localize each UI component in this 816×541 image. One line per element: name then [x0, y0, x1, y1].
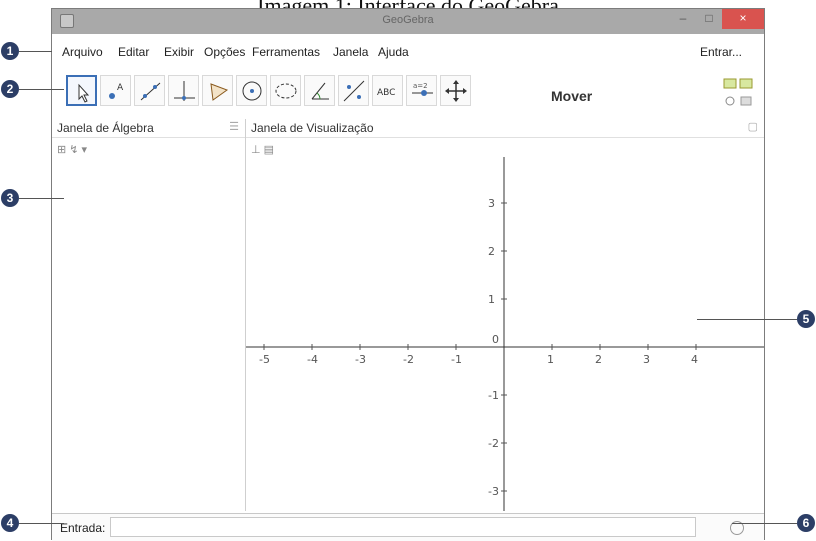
close-button[interactable]: × — [722, 9, 764, 29]
angle-tool-icon[interactable] — [304, 75, 335, 106]
maximize-button[interactable]: □ — [696, 9, 722, 29]
algebra-view-header: Janela de Álgebra ☰ — [52, 119, 245, 138]
x-tick-label: 3 — [643, 353, 650, 366]
x-tick-label: 2 — [595, 353, 602, 366]
callout-4-leader — [19, 523, 64, 524]
help-icon — [725, 96, 735, 106]
x-tick-label: 1 — [547, 353, 554, 366]
callout-3-leader — [19, 198, 64, 199]
window-title: GeoGebra — [382, 14, 434, 26]
callout-1-leader — [19, 51, 52, 52]
y-tick-label: -2 — [488, 437, 499, 450]
callout-3: 3 — [1, 189, 19, 207]
active-tool-name: Mover — [551, 88, 593, 104]
circle-tool-icon[interactable] — [236, 75, 267, 106]
panel-close-icon[interactable]: ▢ — [748, 120, 758, 133]
geogebra-window: GeoGebra – □ × Arquivo Editar Exibir Opç… — [51, 8, 765, 541]
perpendicular-tool-icon[interactable] — [168, 75, 199, 106]
menu-bar: Arquivo Editar Exibir Opções Ferramentas… — [52, 42, 764, 64]
callout-4: 4 — [1, 514, 19, 532]
callout-5-leader — [697, 319, 797, 320]
coordinate-plane[interactable]: -5 -4 -3 -2 -1 1 2 3 4 3 2 1 -1 -2 -3 0 — [246, 157, 764, 511]
callout-1: 1 — [1, 42, 19, 60]
callout-5: 5 — [797, 310, 815, 328]
x-tick-label: -4 — [307, 353, 318, 366]
menu-ferramentas[interactable]: Ferramentas — [252, 45, 320, 59]
reflect-tool-icon[interactable] — [338, 75, 369, 106]
redo-icon — [739, 78, 753, 89]
text-tool-icon[interactable]: ABC — [372, 75, 403, 106]
minimize-button[interactable]: – — [670, 9, 696, 29]
y-tick-label: 2 — [488, 245, 495, 258]
menu-exibir[interactable]: Exibir — [164, 45, 194, 59]
y-tick-label: 1 — [488, 293, 495, 306]
conic-tool-icon[interactable] — [270, 75, 301, 106]
callout-6-leader — [732, 523, 797, 524]
y-tick-label: 3 — [488, 197, 495, 210]
title-bar: GeoGebra – □ × — [52, 9, 764, 34]
polygon-tool-icon[interactable] — [202, 75, 233, 106]
svg-text:A: A — [117, 83, 124, 93]
x-tick-label: -2 — [403, 353, 414, 366]
y-tick-label: -1 — [488, 389, 499, 402]
callout-2: 2 — [1, 80, 19, 98]
algebra-view-title: Janela de Álgebra — [57, 121, 154, 135]
x-tick-label: -5 — [259, 353, 270, 366]
menu-arquivo[interactable]: Arquivo — [62, 45, 103, 59]
input-bar: Entrada: — [52, 513, 764, 541]
menu-opcoes[interactable]: Opções — [204, 45, 245, 59]
graphics-view-header: Janela de Visualização ▢ — [246, 119, 764, 138]
input-label: Entrada: — [60, 521, 106, 535]
x-tick-label: -1 — [451, 353, 462, 366]
graphics-view[interactable]: Janela de Visualização ▢ ⊥ ▤ -5 -4 -3 -2 -1 1… — [246, 119, 764, 511]
algebra-view[interactable]: Janela de Álgebra ☰ ⊞ ↯ ▾ — [52, 119, 246, 511]
panel-menu-icon[interactable]: ☰ — [229, 120, 239, 133]
y-tick-label: -3 — [488, 485, 499, 498]
callout-6: 6 — [797, 514, 815, 532]
origin-label: 0 — [492, 333, 499, 346]
graphics-style-icons[interactable]: ⊥ ▤ — [251, 143, 274, 156]
settings-icon — [740, 96, 752, 106]
undo-icon — [723, 78, 737, 89]
pan-tool-icon[interactable] — [440, 75, 471, 106]
menu-janela[interactable]: Janela — [333, 45, 368, 59]
slider-tool-icon[interactable]: a=2 — [406, 75, 437, 106]
x-tick-label: -3 — [355, 353, 366, 366]
move-tool-icon[interactable] — [66, 75, 97, 106]
graphics-view-title: Janela de Visualização — [251, 121, 374, 135]
toolbar-corner-controls — [722, 77, 756, 111]
login-link[interactable]: Entrar... — [700, 45, 742, 59]
input-field[interactable] — [110, 517, 696, 537]
point-tool-icon[interactable]: A — [100, 75, 131, 106]
callout-2-leader — [19, 89, 64, 90]
x-tick-label: 4 — [691, 353, 698, 366]
menu-editar[interactable]: Editar — [118, 45, 149, 59]
algebra-style-icons[interactable]: ⊞ ↯ ▾ — [57, 143, 87, 156]
svg-text:a=2: a=2 — [413, 82, 428, 90]
svg-text:ABC: ABC — [377, 88, 395, 98]
menu-ajuda[interactable]: Ajuda — [378, 45, 409, 59]
line-tool-icon[interactable] — [134, 75, 165, 106]
toolbar: A ABC a=2 Mover — [52, 69, 764, 115]
